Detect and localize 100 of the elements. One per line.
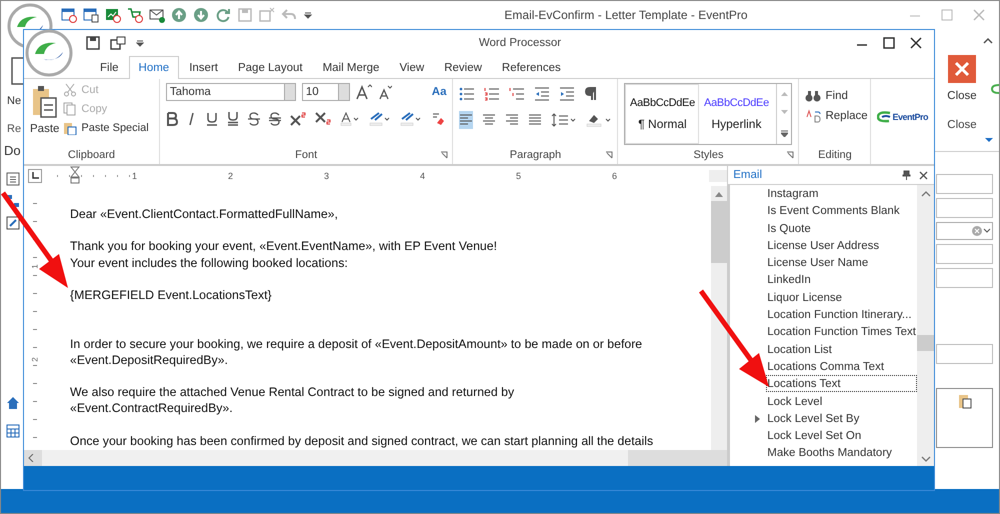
envelope-icon[interactable] bbox=[149, 7, 165, 23]
expand-arrow-icon[interactable] bbox=[755, 414, 760, 423]
edit-icon[interactable] bbox=[6, 216, 20, 230]
field-list-item[interactable]: Instagram bbox=[766, 185, 917, 202]
eraser-icon[interactable] bbox=[430, 112, 445, 126]
clipboard-button[interactable]: Paste Special bbox=[63, 121, 149, 135]
calendar-icon[interactable] bbox=[6, 424, 20, 438]
ribbon-tab[interactable]: Review bbox=[434, 56, 492, 78]
ribbon-tab[interactable]: View bbox=[389, 56, 434, 78]
field-list-item[interactable]: Location Function Itinerary... bbox=[766, 306, 917, 324]
scrollbar-thumb[interactable] bbox=[917, 335, 934, 351]
font-size-field[interactable]: 10 bbox=[302, 83, 350, 101]
shading-icon[interactable] bbox=[586, 113, 612, 127]
scroll-up-icon[interactable] bbox=[920, 191, 930, 197]
chevron-up-icon[interactable] bbox=[983, 37, 993, 45]
ribbon-tab[interactable]: Insert bbox=[179, 56, 228, 78]
highlight-icon[interactable] bbox=[368, 112, 391, 126]
dialog-launcher-icon[interactable] bbox=[440, 151, 448, 159]
field-list-item[interactable]: Locations Comma Text bbox=[766, 358, 917, 375]
pin-icon[interactable] bbox=[902, 170, 911, 180]
indent-marker-icon[interactable] bbox=[70, 166, 80, 184]
calendar-list-icon[interactable] bbox=[83, 7, 99, 23]
document-icon[interactable] bbox=[11, 57, 25, 85]
hierarchy-icon[interactable] bbox=[6, 194, 20, 208]
close-icon[interactable] bbox=[910, 37, 922, 49]
dialog-launcher-icon[interactable] bbox=[605, 151, 614, 159]
dropdown-field[interactable] bbox=[936, 222, 993, 240]
font-color-icon[interactable] bbox=[340, 112, 360, 126]
text-field[interactable] bbox=[936, 244, 993, 264]
bullet-list-icon[interactable] bbox=[459, 87, 476, 101]
scrollbar-thumb[interactable] bbox=[711, 201, 728, 263]
ribbon-tab[interactable]: Mail Merge bbox=[312, 56, 390, 78]
refresh-icon[interactable] bbox=[215, 7, 231, 23]
clipboard-icon[interactable] bbox=[958, 393, 972, 409]
double-underline-icon[interactable] bbox=[226, 111, 239, 126]
more-icon[interactable] bbox=[780, 130, 788, 137]
subscript-icon[interactable] bbox=[314, 112, 331, 126]
calendar-clock-icon[interactable] bbox=[61, 7, 77, 23]
field-list-item[interactable]: Location List bbox=[766, 340, 917, 358]
field-list-item[interactable]: Lock Level bbox=[766, 392, 917, 410]
paste-button[interactable]: Paste bbox=[30, 83, 60, 149]
vertical-scrollbar[interactable] bbox=[711, 186, 728, 450]
maximize-icon[interactable] bbox=[883, 37, 895, 49]
cart-icon[interactable] bbox=[127, 7, 143, 23]
ribbon-tab[interactable]: Page Layout bbox=[228, 56, 313, 78]
field-list-item[interactable]: Is Event Comments Blank bbox=[766, 202, 917, 220]
home-icon[interactable] bbox=[6, 396, 20, 410]
dropdown-field[interactable] bbox=[936, 268, 993, 288]
superscript-icon[interactable] bbox=[290, 112, 306, 126]
double-strikethrough-icon[interactable] bbox=[268, 112, 281, 126]
multilevel-list-icon[interactable] bbox=[509, 87, 526, 101]
text-field[interactable] bbox=[936, 198, 993, 218]
vertical-scrollbar[interactable] bbox=[917, 185, 934, 466]
field-list-item[interactable]: Lock Level Set By bbox=[766, 410, 917, 427]
tab-stop-button[interactable] bbox=[28, 169, 42, 183]
strikethrough-icon[interactable] bbox=[248, 112, 260, 126]
highlight-icon[interactable] bbox=[400, 112, 422, 126]
style-item[interactable]: AaBbCcDdEe Hyperlink bbox=[699, 84, 774, 144]
style-item[interactable]: AaBbCcDdEe ¶ Normal bbox=[625, 84, 700, 144]
chart-icon[interactable] bbox=[105, 7, 121, 23]
change-case-button[interactable]: Aa bbox=[432, 86, 446, 98]
clear-caret-icon[interactable] bbox=[972, 224, 992, 238]
field-list-item[interactable]: Is Quote bbox=[766, 220, 917, 237]
horizontal-scrollbar[interactable] bbox=[24, 450, 728, 466]
line-spacing-icon[interactable] bbox=[551, 113, 578, 127]
grow-font-icon[interactable] bbox=[356, 84, 372, 100]
ribbon-tab[interactable]: References bbox=[492, 56, 571, 78]
list-icon[interactable] bbox=[6, 172, 20, 186]
field-list-item[interactable]: Lock Level Set On bbox=[766, 427, 917, 444]
align-button[interactable] bbox=[459, 111, 474, 129]
scroll-left-icon[interactable] bbox=[28, 454, 34, 462]
close-icon[interactable] bbox=[919, 170, 928, 180]
layout-icon[interactable] bbox=[110, 36, 126, 50]
ribbon-tab[interactable]: Home bbox=[128, 56, 180, 79]
field-list-item[interactable]: LinkedIn bbox=[766, 271, 917, 288]
text-field[interactable] bbox=[936, 174, 993, 194]
text-field[interactable] bbox=[936, 344, 993, 364]
field-list-item[interactable]: License User Name bbox=[766, 254, 917, 272]
field-list-item[interactable]: Make Booths Mandatory bbox=[766, 444, 917, 462]
arrow-up-icon[interactable] bbox=[171, 7, 187, 23]
caret-icon[interactable] bbox=[136, 38, 144, 48]
close-button[interactable] bbox=[948, 55, 976, 83]
scroll-up-icon[interactable] bbox=[715, 192, 724, 197]
field-list-item[interactable]: License User Address bbox=[766, 236, 917, 254]
font-name-field[interactable]: Tahoma bbox=[166, 83, 296, 101]
decrease-indent-icon[interactable] bbox=[534, 87, 550, 101]
numbered-list-icon[interactable] bbox=[484, 87, 500, 101]
find-button[interactable]: Find bbox=[805, 89, 864, 103]
shrink-font-icon[interactable] bbox=[378, 84, 392, 100]
app-logo[interactable] bbox=[25, 29, 73, 77]
increase-indent-icon[interactable] bbox=[559, 87, 576, 101]
scroll-down-icon[interactable] bbox=[920, 456, 930, 462]
dialog-launcher-icon[interactable] bbox=[786, 151, 794, 159]
field-list-item[interactable]: Location Function Times Text bbox=[766, 323, 917, 340]
caret-down-icon[interactable] bbox=[984, 137, 994, 143]
ribbon-tab[interactable]: File bbox=[90, 56, 129, 78]
pilcrow-icon[interactable] bbox=[584, 87, 598, 101]
field-list-item[interactable]: Liquor License bbox=[766, 288, 917, 306]
bold-icon[interactable] bbox=[166, 112, 178, 126]
save-icon[interactable] bbox=[86, 36, 100, 50]
